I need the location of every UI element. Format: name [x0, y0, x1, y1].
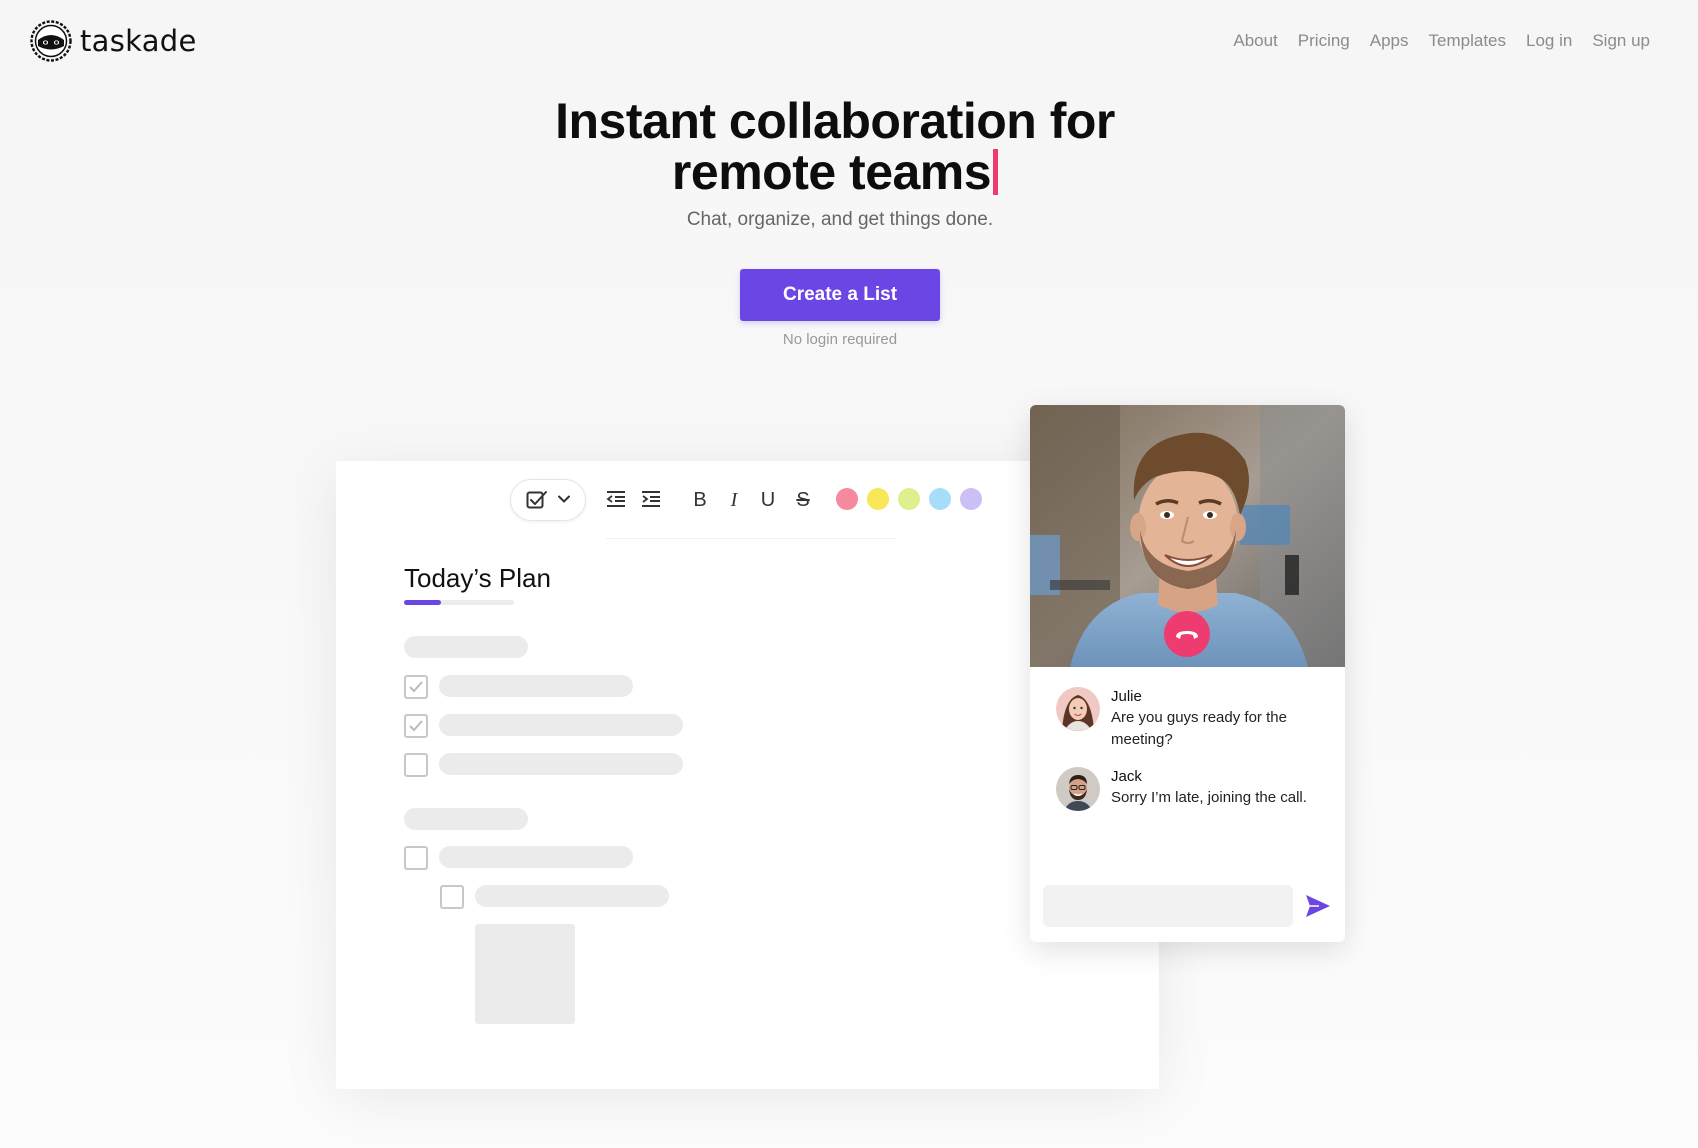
julie-avatar-illustration	[1056, 687, 1100, 731]
task-text-placeholder	[439, 714, 683, 736]
task-text-placeholder	[439, 675, 633, 697]
message-text: Sorry I’m late, joining the call.	[1111, 789, 1307, 806]
section-heading-placeholder	[404, 808, 528, 830]
typing-cursor	[993, 149, 999, 195]
section-heading-placeholder	[404, 636, 528, 658]
progress-fill	[404, 600, 442, 605]
task-checkbox[interactable]	[404, 846, 428, 870]
task-checkbox[interactable]	[404, 714, 428, 738]
send-button[interactable]	[1303, 892, 1333, 920]
indent-icon[interactable]	[639, 489, 663, 511]
nav-templates[interactable]: Templates	[1429, 31, 1506, 51]
check-icon	[409, 681, 423, 693]
document-title[interactable]: Today’s Plan	[404, 563, 551, 594]
color-swatch-pink[interactable]	[836, 488, 858, 510]
chat-message-input[interactable]	[1043, 885, 1293, 927]
nav-sign-up[interactable]: Sign up	[1592, 31, 1650, 51]
hero-title: Instant collaboration for remote teams	[0, 96, 1670, 198]
bold-button[interactable]: B	[688, 489, 712, 511]
color-swatch-yellow[interactable]	[867, 488, 889, 510]
italic-button[interactable]: I	[722, 489, 746, 511]
color-swatch-lime[interactable]	[898, 488, 920, 510]
toolbar-divider	[606, 538, 896, 539]
logo[interactable]: taskade	[30, 20, 197, 62]
image-attachment-placeholder	[475, 924, 575, 1024]
no-login-note: No login required	[782, 331, 898, 348]
task-text-placeholder	[475, 885, 669, 907]
taskade-logo-icon	[30, 20, 72, 62]
hero-title-line1: Instant collaboration for	[555, 93, 1115, 149]
hero-subtitle: Chat, organize, and get things done.	[686, 209, 994, 230]
brand-name: taskade	[80, 24, 197, 58]
outdent-icon[interactable]	[604, 489, 628, 511]
nav-apps[interactable]: Apps	[1370, 31, 1409, 51]
message-author: Jack	[1111, 768, 1142, 785]
color-swatch-blue[interactable]	[929, 488, 951, 510]
nav-log-in[interactable]: Log in	[1526, 31, 1572, 51]
task-checkbox[interactable]	[404, 753, 428, 777]
phone-hangup-icon	[1176, 631, 1198, 639]
create-list-button[interactable]: Create a List	[740, 269, 940, 321]
subtask-checkbox[interactable]	[440, 885, 464, 909]
landing-page: taskade About Pricing Apps Templates Log…	[0, 0, 1698, 1148]
video-feed	[1030, 405, 1345, 667]
task-text-placeholder	[439, 753, 683, 775]
task-checkbox[interactable]	[404, 675, 428, 699]
message-author: Julie	[1111, 688, 1142, 705]
send-icon	[1306, 895, 1330, 917]
strikethrough-button[interactable]: S	[791, 489, 815, 511]
message-text: Are you guys ready for the meeting?	[1111, 709, 1287, 748]
nav-about[interactable]: About	[1233, 31, 1277, 51]
video-chat-panel: Julie Are you guys ready for the meeting…	[1030, 405, 1345, 942]
chevron-down-icon	[558, 495, 570, 503]
avatar-jack	[1056, 767, 1100, 811]
checkbox-icon	[526, 491, 547, 509]
color-swatch-lavender[interactable]	[960, 488, 982, 510]
hero-title-line2: remote teams	[671, 144, 992, 200]
nav-pricing[interactable]: Pricing	[1298, 31, 1350, 51]
check-icon	[409, 720, 423, 732]
top-nav: About Pricing Apps Templates Log in Sign…	[1233, 31, 1650, 51]
chat-message: Julie Are you guys ready for the meeting…	[1056, 687, 1321, 751]
task-text-placeholder	[439, 846, 633, 868]
document-progress	[404, 600, 514, 605]
avatar-julie	[1056, 687, 1100, 731]
chat-message: Jack Sorry I’m late, joining the call.	[1056, 767, 1321, 811]
jack-avatar-illustration	[1056, 767, 1100, 811]
format-toolbar: B I U S	[510, 479, 995, 537]
underline-button[interactable]: U	[756, 489, 780, 511]
hang-up-button[interactable]	[1164, 611, 1210, 657]
task-type-dropdown[interactable]	[510, 479, 586, 521]
